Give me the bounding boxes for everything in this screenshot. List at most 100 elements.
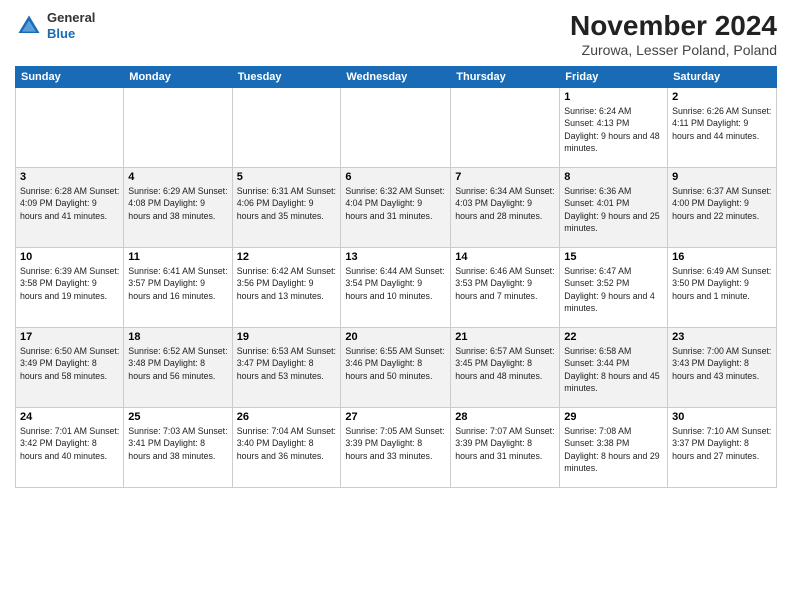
page: General Blue November 2024 Zurowa, Lesse… — [0, 0, 792, 612]
calendar-cell: 23 Sunrise: 7:00 AM Sunset: 3:43 PM Dayli… — [668, 328, 777, 408]
day-info: Sunrise: 6:34 AM Sunset: 4:03 PM Dayligh… — [455, 185, 555, 222]
logo-icon — [15, 12, 43, 40]
calendar-cell: 17 Sunrise: 6:50 AM Sunset: 3:49 PM Dayli… — [16, 328, 124, 408]
weekday-header: Monday — [124, 67, 232, 88]
day-info: Sunrise: 6:50 AM Sunset: 3:49 PM Dayligh… — [20, 345, 119, 382]
day-number: 9 — [672, 171, 772, 183]
calendar-cell: 15 Sunrise: 6:47 AM Sunset: 3:52 PM Dayli… — [560, 248, 668, 328]
day-number: 26 — [237, 411, 337, 423]
day-info: Sunrise: 6:46 AM Sunset: 3:53 PM Dayligh… — [455, 265, 555, 302]
day-info: Sunrise: 7:10 AM Sunset: 3:37 PM Dayligh… — [672, 425, 772, 462]
calendar-cell — [232, 88, 341, 168]
day-info: Sunrise: 6:57 AM Sunset: 3:45 PM Dayligh… — [455, 345, 555, 382]
day-info: Sunrise: 6:28 AM Sunset: 4:09 PM Dayligh… — [20, 185, 119, 222]
day-info: Sunrise: 6:42 AM Sunset: 3:56 PM Dayligh… — [237, 265, 337, 302]
day-number: 16 — [672, 251, 772, 263]
day-info: Sunrise: 6:24 AM Sunset: 4:13 PM Dayligh… — [564, 105, 663, 154]
calendar-cell: 11 Sunrise: 6:41 AM Sunset: 3:57 PM Dayli… — [124, 248, 232, 328]
day-info: Sunrise: 6:58 AM Sunset: 3:44 PM Dayligh… — [564, 345, 663, 394]
logo-blue: Blue — [47, 26, 75, 41]
calendar-cell: 5Sunrise: 6:31 AM Sunset: 4:06 PM Daylig… — [232, 168, 341, 248]
calendar-cell: 18Sunrise: 6:52 AM Sunset: 3:48 PM Dayli… — [124, 328, 232, 408]
calendar-cell: 12Sunrise: 6:42 AM Sunset: 3:56 PM Dayli… — [232, 248, 341, 328]
calendar-cell: 19 Sunrise: 6:53 AM Sunset: 3:47 PM Dayli… — [232, 328, 341, 408]
day-number: 27 — [345, 411, 446, 423]
logo: General Blue — [15, 10, 95, 41]
day-info: Sunrise: 6:36 AM Sunset: 4:01 PM Dayligh… — [564, 185, 663, 234]
calendar-cell: 3Sunrise: 6:28 AM Sunset: 4:09 PM Daylig… — [16, 168, 124, 248]
day-info: Sunrise: 7:08 AM Sunset: 3:38 PM Dayligh… — [564, 425, 663, 474]
day-info: Sunrise: 7:03 AM Sunset: 3:41 PM Dayligh… — [128, 425, 227, 462]
day-number: 21 — [455, 331, 555, 343]
day-number: 13 — [345, 251, 446, 263]
day-number: 22 — [564, 331, 663, 343]
day-info: Sunrise: 6:47 AM Sunset: 3:52 PM Dayligh… — [564, 265, 663, 314]
day-number: 29 — [564, 411, 663, 423]
calendar-week-row: 17 Sunrise: 6:50 AM Sunset: 3:49 PM Dayli… — [16, 328, 777, 408]
calendar-cell: 7 Sunrise: 6:34 AM Sunset: 4:03 PM Daylig… — [451, 168, 560, 248]
weekday-header: Friday — [560, 67, 668, 88]
calendar-table: SundayMondayTuesdayWednesdayThursdayFrid… — [15, 66, 777, 488]
day-info: Sunrise: 6:37 AM Sunset: 4:00 PM Dayligh… — [672, 185, 772, 222]
day-info: Sunrise: 6:41 AM Sunset: 3:57 PM Dayligh… — [128, 265, 227, 302]
logo-text: General Blue — [47, 10, 95, 41]
day-number: 15 — [564, 251, 663, 263]
day-number: 28 — [455, 411, 555, 423]
day-info: Sunrise: 7:07 AM Sunset: 3:39 PM Dayligh… — [455, 425, 555, 462]
weekday-header: Thursday — [451, 67, 560, 88]
day-number: 20 — [345, 331, 446, 343]
calendar-cell: 9 Sunrise: 6:37 AM Sunset: 4:00 PM Daylig… — [668, 168, 777, 248]
day-info: Sunrise: 6:55 AM Sunset: 3:46 PM Dayligh… — [345, 345, 446, 382]
logo-general: General — [47, 10, 95, 25]
day-info: Sunrise: 6:44 AM Sunset: 3:54 PM Dayligh… — [345, 265, 446, 302]
day-number: 25 — [128, 411, 227, 423]
day-number: 24 — [20, 411, 119, 423]
day-number: 19 — [237, 331, 337, 343]
calendar-week-row: 24 Sunrise: 7:01 AM Sunset: 3:42 PM Dayli… — [16, 408, 777, 488]
weekday-header: Tuesday — [232, 67, 341, 88]
calendar-cell — [16, 88, 124, 168]
day-number: 14 — [455, 251, 555, 263]
header: General Blue November 2024 Zurowa, Lesse… — [15, 10, 777, 58]
calendar-cell: 25 Sunrise: 7:03 AM Sunset: 3:41 PM Dayli… — [124, 408, 232, 488]
calendar-cell: 27 Sunrise: 7:05 AM Sunset: 3:39 PM Dayli… — [341, 408, 451, 488]
day-number: 10 — [20, 251, 119, 263]
day-info: Sunrise: 6:32 AM Sunset: 4:04 PM Dayligh… — [345, 185, 446, 222]
day-number: 5 — [237, 171, 337, 183]
calendar-week-row: 10 Sunrise: 6:39 AM Sunset: 3:58 PM Dayli… — [16, 248, 777, 328]
day-number: 17 — [20, 331, 119, 343]
calendar-cell: 2 Sunrise: 6:26 AM Sunset: 4:11 PM Daylig… — [668, 88, 777, 168]
day-number: 1 — [564, 91, 663, 103]
calendar-cell: 30Sunrise: 7:10 AM Sunset: 3:37 PM Dayli… — [668, 408, 777, 488]
title-block: November 2024 Zurowa, Lesser Poland, Pol… — [570, 10, 777, 58]
location: Zurowa, Lesser Poland, Poland — [570, 42, 777, 58]
calendar-cell: 29 Sunrise: 7:08 AM Sunset: 3:38 PM Dayli… — [560, 408, 668, 488]
calendar-cell: 22 Sunrise: 6:58 AM Sunset: 3:44 PM Dayli… — [560, 328, 668, 408]
calendar-cell: 10 Sunrise: 6:39 AM Sunset: 3:58 PM Dayli… — [16, 248, 124, 328]
calendar-cell: 16 Sunrise: 6:49 AM Sunset: 3:50 PM Dayli… — [668, 248, 777, 328]
day-info: Sunrise: 6:39 AM Sunset: 3:58 PM Dayligh… — [20, 265, 119, 302]
calendar-cell: 6Sunrise: 6:32 AM Sunset: 4:04 PM Daylig… — [341, 168, 451, 248]
calendar-cell: 4Sunrise: 6:29 AM Sunset: 4:08 PM Daylig… — [124, 168, 232, 248]
calendar-week-row: 1 Sunrise: 6:24 AM Sunset: 4:13 PM Daylig… — [16, 88, 777, 168]
day-info: Sunrise: 6:26 AM Sunset: 4:11 PM Dayligh… — [672, 105, 772, 142]
weekday-header: Wednesday — [341, 67, 451, 88]
day-number: 7 — [455, 171, 555, 183]
day-info: Sunrise: 7:01 AM Sunset: 3:42 PM Dayligh… — [20, 425, 119, 462]
day-number: 23 — [672, 331, 772, 343]
day-info: Sunrise: 6:53 AM Sunset: 3:47 PM Dayligh… — [237, 345, 337, 382]
calendar-header-row: SundayMondayTuesdayWednesdayThursdayFrid… — [16, 67, 777, 88]
calendar-cell: 13 Sunrise: 6:44 AM Sunset: 3:54 PM Dayli… — [341, 248, 451, 328]
calendar-cell: 24 Sunrise: 7:01 AM Sunset: 3:42 PM Dayli… — [16, 408, 124, 488]
day-info: Sunrise: 7:05 AM Sunset: 3:39 PM Dayligh… — [345, 425, 446, 462]
day-number: 2 — [672, 91, 772, 103]
day-info: Sunrise: 7:00 AM Sunset: 3:43 PM Dayligh… — [672, 345, 772, 382]
day-number: 11 — [128, 251, 227, 263]
day-number: 4 — [128, 171, 227, 183]
day-info: Sunrise: 6:52 AM Sunset: 3:48 PM Dayligh… — [128, 345, 227, 382]
calendar-cell: 8Sunrise: 6:36 AM Sunset: 4:01 PM Daylig… — [560, 168, 668, 248]
calendar-cell: 1 Sunrise: 6:24 AM Sunset: 4:13 PM Daylig… — [560, 88, 668, 168]
calendar-week-row: 3Sunrise: 6:28 AM Sunset: 4:09 PM Daylig… — [16, 168, 777, 248]
day-info: Sunrise: 6:49 AM Sunset: 3:50 PM Dayligh… — [672, 265, 772, 302]
calendar-cell: 14 Sunrise: 6:46 AM Sunset: 3:53 PM Dayli… — [451, 248, 560, 328]
